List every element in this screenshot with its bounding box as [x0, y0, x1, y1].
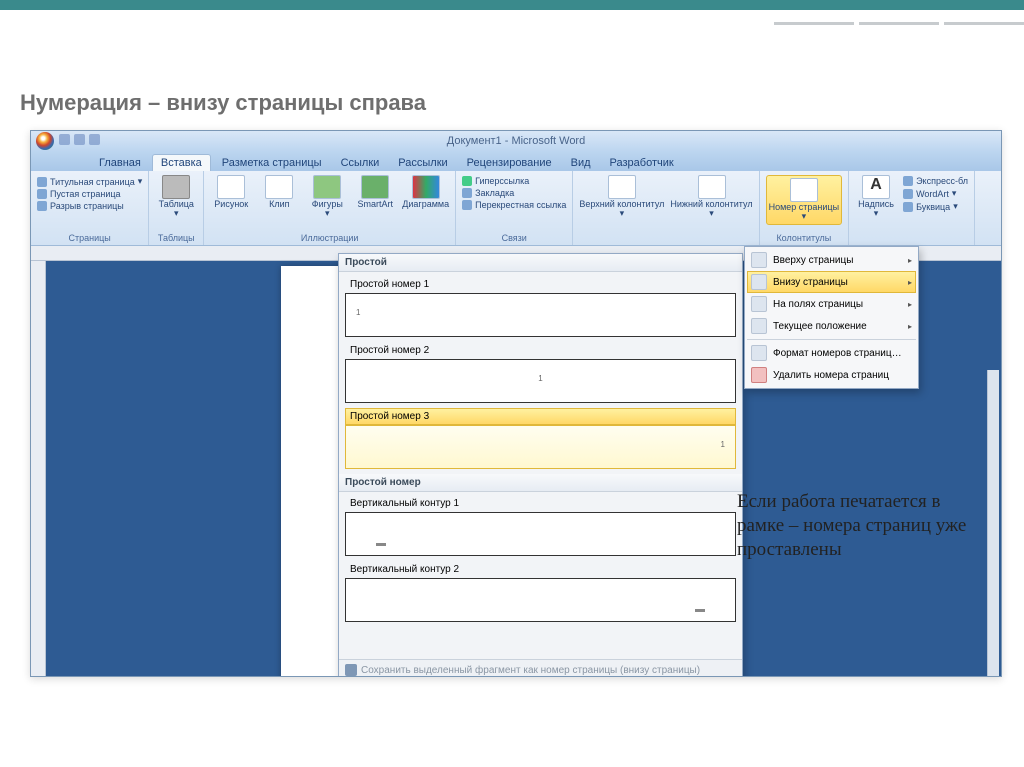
tab-references[interactable]: Ссылки — [333, 155, 388, 171]
gallery-item-vertical-1[interactable]: Вертикальный контур 1 — [345, 495, 736, 556]
clipart-icon — [265, 175, 293, 199]
quick-access-toolbar[interactable] — [59, 134, 100, 145]
page-bottom-icon — [751, 274, 767, 290]
submenu-remove-numbers[interactable]: Удалить номера страниц — [747, 364, 916, 386]
gallery-save-selection[interactable]: Сохранить выделенный фрагмент как номер … — [339, 659, 742, 677]
page-icon — [37, 189, 47, 199]
group-tables: Таблица▾ Таблицы — [149, 171, 204, 245]
submenu-top-of-page[interactable]: Вверху страницы▸ — [747, 249, 916, 271]
word-window: Документ1 - Microsoft Word Главная Встав… — [30, 130, 1002, 677]
tab-home[interactable]: Главная — [91, 155, 149, 171]
table-icon — [162, 175, 190, 199]
chart-button[interactable]: Диаграмма — [402, 175, 449, 209]
vertical-ruler[interactable] — [31, 261, 46, 676]
submenu-page-margins[interactable]: На полях страницы▸ — [747, 293, 916, 315]
shapes-icon — [313, 175, 341, 199]
dropcap-icon — [903, 202, 913, 212]
gallery-item-plain-2[interactable]: Простой номер 2 1 — [345, 342, 736, 403]
tab-insert[interactable]: Вставка — [152, 154, 211, 171]
ribbon: Титульная страница ▾ Пустая страница Раз… — [31, 171, 1001, 246]
page-number-gallery: Простой Простой номер 1 1 Простой номер … — [338, 253, 743, 677]
bookmark-icon — [462, 188, 472, 198]
clip-button[interactable]: Клип — [258, 175, 300, 209]
bookmark-button[interactable]: Закладка — [462, 187, 566, 199]
group-illustrations: Рисунок Клип Фигуры▾ SmartArt Диаграмма … — [204, 171, 456, 245]
page-margin-icon — [751, 296, 767, 312]
gallery-item-plain-3[interactable]: Простой номер 3 1 — [345, 408, 736, 469]
delete-icon — [751, 367, 767, 383]
tab-review[interactable]: Рецензирование — [459, 155, 560, 171]
crossref-icon — [462, 200, 472, 210]
blank-page-button[interactable]: Пустая страница — [37, 188, 142, 200]
slide-top-border — [0, 0, 1024, 10]
wordart-button[interactable]: WordArt ▾ — [903, 187, 968, 200]
submenu-format-numbers[interactable]: Формат номеров страниц… — [747, 342, 916, 364]
vertical-scrollbar[interactable] — [987, 370, 999, 677]
page-number-submenu: Вверху страницы▸ Внизу страницы▸ На поля… — [744, 246, 919, 389]
gallery-section-simple: Простой — [339, 254, 742, 272]
break-icon — [37, 201, 47, 211]
tab-developer[interactable]: Разработчик — [602, 155, 682, 171]
smartart-icon — [361, 175, 389, 199]
gallery-item-plain-1[interactable]: Простой номер 1 1 — [345, 276, 736, 337]
footer-button[interactable]: Нижний колонтитул▾ — [670, 175, 752, 219]
group-text: Надпись▾ Экспресс-бл WordArt ▾ Буквица ▾ — [849, 171, 975, 245]
picture-button[interactable]: Рисунок — [210, 175, 252, 209]
save-icon — [345, 664, 357, 676]
textbox-icon — [862, 175, 890, 199]
group-pages: Титульная страница ▾ Пустая страница Раз… — [31, 171, 149, 245]
submenu-separator — [747, 339, 916, 340]
tab-view[interactable]: Вид — [563, 155, 599, 171]
titlebar: Документ1 - Microsoft Word — [31, 131, 1001, 151]
page-number-button[interactable]: Номер страницы▾ — [766, 175, 842, 225]
tab-page-layout[interactable]: Разметка страницы — [214, 155, 330, 171]
smartart-button[interactable]: SmartArt — [354, 175, 396, 209]
format-icon — [751, 345, 767, 361]
office-button-icon[interactable] — [36, 132, 54, 150]
submenu-current-position[interactable]: Текущее положение▸ — [747, 315, 916, 337]
group-page-number: Номер страницы▾ Колонтитулы — [760, 171, 849, 245]
wordart-icon — [903, 189, 913, 199]
group-links: Гиперссылка Закладка Перекрестная ссылка… — [456, 171, 573, 245]
dropcap-button[interactable]: Буквица ▾ — [903, 200, 968, 213]
gallery-item-vertical-2[interactable]: Вертикальный контур 2 — [345, 561, 736, 622]
header-icon — [608, 175, 636, 199]
chart-icon — [412, 175, 440, 199]
slide-title: Нумерация – внизу страницы справа — [20, 90, 426, 116]
page-break-button[interactable]: Разрыв страницы — [37, 200, 142, 212]
group-header-footer: Верхний колонтитул▾ Нижний колонтитул▾ — [573, 171, 759, 245]
shapes-button[interactable]: Фигуры▾ — [306, 175, 348, 219]
submenu-bottom-of-page[interactable]: Внизу страницы▸ — [747, 271, 916, 293]
page-icon — [37, 177, 47, 187]
pagenumber-icon — [790, 178, 818, 202]
quickparts-button[interactable]: Экспресс-бл — [903, 175, 968, 187]
header-button[interactable]: Верхний колонтитул▾ — [579, 175, 664, 219]
cursor-icon — [751, 318, 767, 334]
slide-decorative-dashes — [774, 22, 1024, 25]
footer-icon — [698, 175, 726, 199]
globe-icon — [462, 176, 472, 186]
tab-mailings[interactable]: Рассылки — [390, 155, 455, 171]
ribbon-tabs: Главная Вставка Разметка страницы Ссылки… — [31, 151, 1001, 171]
hyperlink-button[interactable]: Гиперссылка — [462, 175, 566, 187]
table-button[interactable]: Таблица▾ — [155, 175, 197, 219]
textbox-button[interactable]: Надпись▾ — [855, 175, 897, 219]
annotation-text: Если работа печатается в рамке – номера … — [737, 490, 987, 561]
quickparts-icon — [903, 176, 913, 186]
page-top-icon — [751, 252, 767, 268]
window-title: Документ1 - Microsoft Word — [447, 135, 585, 147]
gallery-section-shape: Простой номер — [339, 474, 742, 492]
picture-icon — [217, 175, 245, 199]
cover-page-button[interactable]: Титульная страница ▾ — [37, 175, 142, 188]
crossref-button[interactable]: Перекрестная ссылка — [462, 199, 566, 211]
